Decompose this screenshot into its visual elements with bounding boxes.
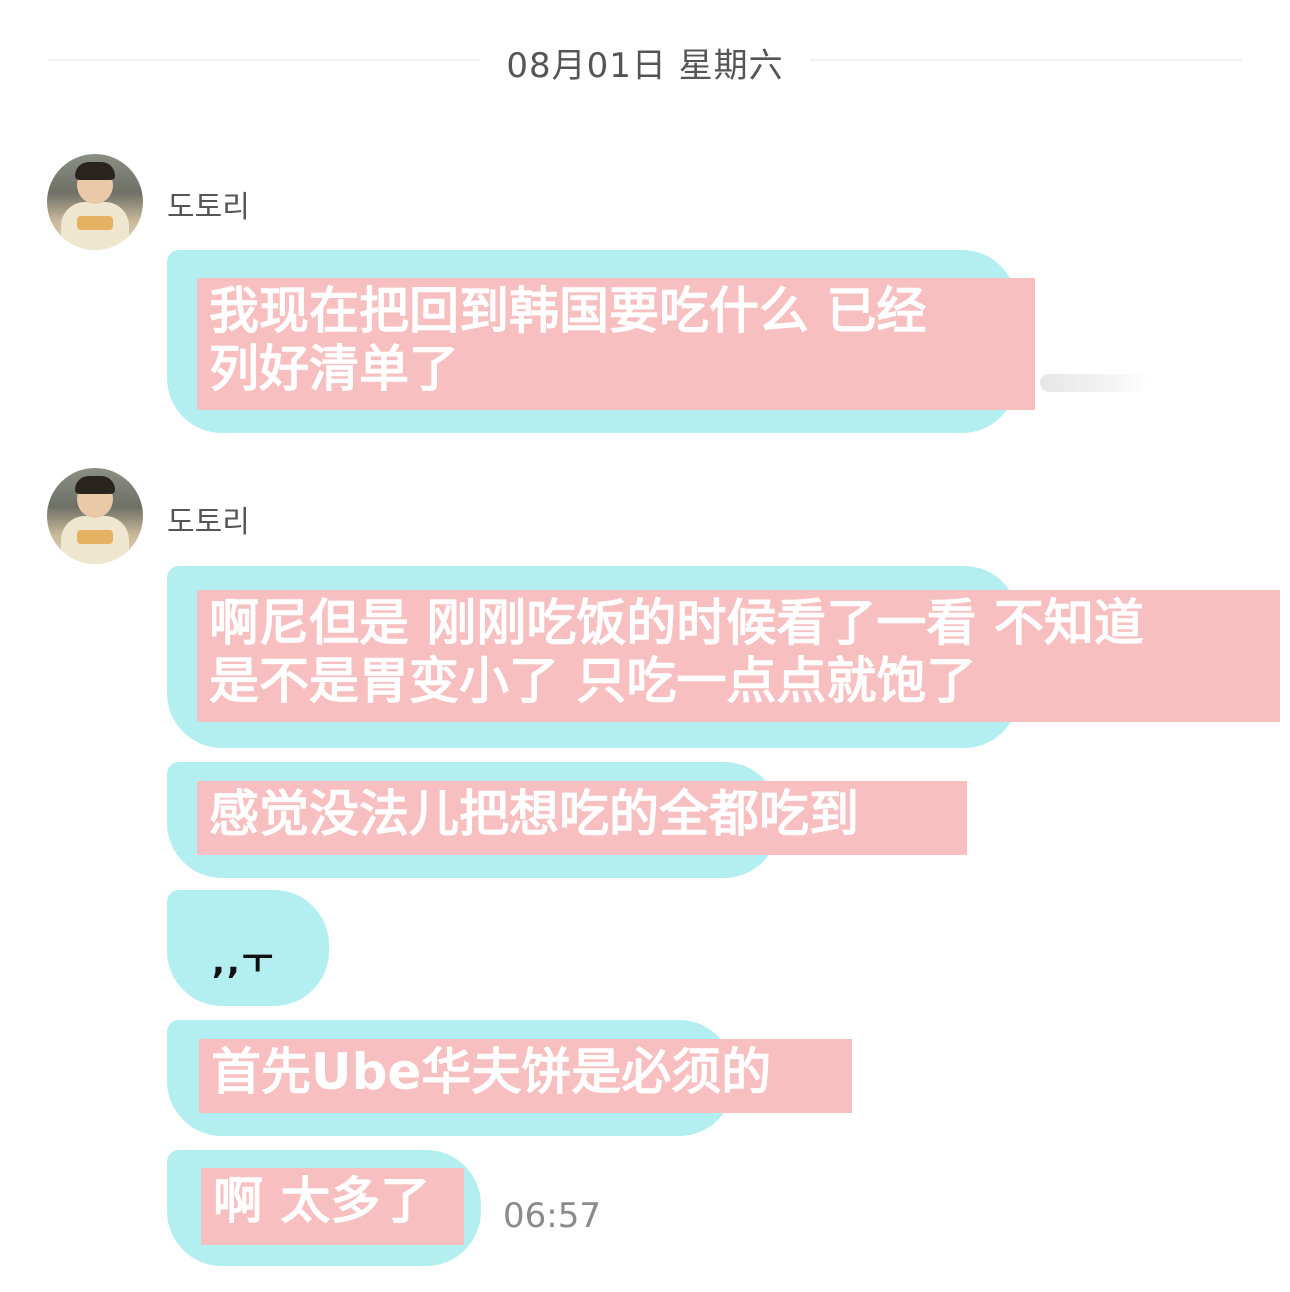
avatar[interactable] <box>47 154 143 250</box>
message-text: 啊尼但是 刚刚吃饭的时候看了一看 不知道 是不是胃变小了 只吃一点点就饱了 <box>197 590 1280 722</box>
avatar[interactable] <box>47 468 143 564</box>
message-line: 是不是胃变小了 只吃一点点就饱了 <box>209 652 977 710</box>
message-line: 我现在把回到韩国要吃什么 已经 <box>209 282 927 340</box>
message-timestamp: 06:57 <box>503 1196 601 1236</box>
emoticon-text: ,,ㅜ <box>212 942 276 982</box>
message-line: 啊尼但是 刚刚吃饭的时候看了一看 不知道 <box>209 594 1144 652</box>
message-line: 首先Ube华夫饼是必须的 <box>211 1043 772 1101</box>
message-text: 我现在把回到韩国要吃什么 已经 列好清单了 <box>197 278 1035 410</box>
sender-name: 도토리 <box>167 190 250 225</box>
divider-left <box>48 59 480 61</box>
message-line: 列好清单了 <box>209 340 459 398</box>
sender-name: 도토리 <box>167 505 250 540</box>
message-line: 啊 太多了 <box>213 1172 431 1230</box>
message-text: 感觉没法儿把想吃的全都吃到 <box>197 781 967 855</box>
message-text: 首先Ube华夫饼是必须的 <box>199 1039 852 1113</box>
blurred-content <box>1040 374 1150 392</box>
message-text: 啊 太多了 <box>201 1168 464 1245</box>
divider-right <box>810 59 1242 61</box>
message-line: 感觉没法儿把想吃的全都吃到 <box>209 785 859 843</box>
date-label: 08月01日 星期六 <box>506 46 784 86</box>
date-separator: 08月01日 星期六 <box>0 30 1290 90</box>
